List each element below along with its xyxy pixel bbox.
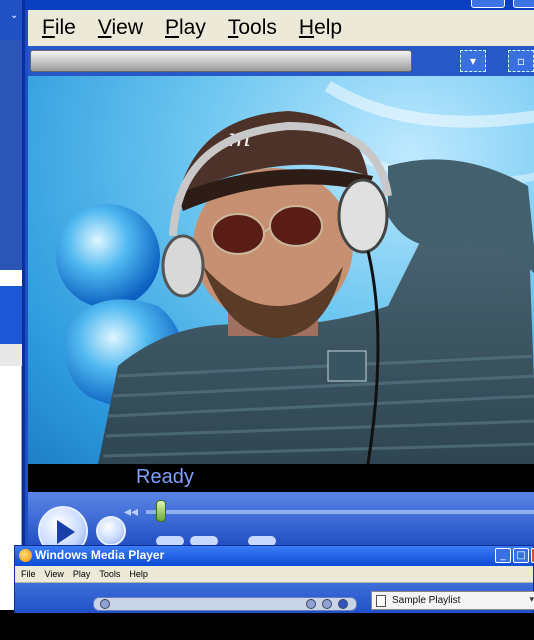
menu-bar: File View Play Tools Help	[15, 566, 533, 583]
background-panel-2	[0, 286, 22, 344]
toolbar: ▾ ▫	[28, 46, 534, 76]
screen-bottom-edge	[0, 613, 534, 640]
background-panel	[0, 40, 22, 270]
window-titlebar: Windows Media Player _ □ ×	[15, 546, 534, 566]
menu-file[interactable]: File	[21, 569, 36, 579]
menu-help[interactable]: Help	[293, 16, 348, 40]
menu-play[interactable]: Play	[159, 16, 212, 40]
full-mode-icon[interactable]: ▫	[508, 50, 534, 72]
rewind-icon[interactable]: ◂◂	[124, 504, 138, 520]
navigation-field[interactable]	[93, 597, 357, 611]
menu-help[interactable]: Help	[129, 569, 148, 579]
chevron-down-icon[interactable]: ▾	[529, 595, 534, 605]
status-bar: Ready	[28, 464, 534, 492]
playlist-icon[interactable]	[338, 599, 348, 609]
menu-tools[interactable]: Tools	[222, 16, 283, 40]
chevron-down-icon: ⌄	[10, 10, 19, 21]
play-icon	[57, 520, 75, 544]
nav-dot-icon[interactable]	[322, 599, 332, 609]
playlist-label: Sample Playlist	[392, 595, 461, 606]
menu-view[interactable]: View	[45, 569, 64, 579]
navigation-bar: Sample Playlist ▾	[15, 583, 534, 614]
maximize-button[interactable]: □	[513, 548, 529, 563]
back-icon[interactable]	[100, 599, 110, 609]
nav-dot-icon[interactable]	[306, 599, 316, 609]
seek-bar[interactable]	[146, 510, 534, 514]
media-player-window: File View Play Tools Help ▾ ▫ m Ready ◂◂	[22, 0, 534, 556]
menu-view[interactable]: View	[92, 16, 149, 40]
maximize-button[interactable]	[513, 0, 534, 8]
media-player-icon	[19, 549, 32, 562]
video-frame: m	[56, 80, 534, 464]
window-title: Windows Media Player	[35, 548, 165, 562]
menu-play[interactable]: Play	[73, 569, 91, 579]
secondary-player-window: Windows Media Player _ □ × File View Pla…	[14, 545, 534, 614]
status-text: Ready	[136, 466, 194, 488]
address-well	[30, 50, 412, 72]
stop-button[interactable]	[96, 516, 126, 546]
compact-mode-icon[interactable]: ▾	[460, 50, 486, 72]
menu-tools[interactable]: Tools	[99, 569, 120, 579]
background-divider	[0, 270, 22, 286]
minimize-button[interactable]: _	[495, 548, 511, 563]
window-titlebar	[25, 0, 534, 10]
playback-controls: ◂◂	[28, 492, 534, 556]
video-area[interactable]: m	[28, 76, 534, 464]
playlist-doc-icon	[376, 595, 386, 607]
menu-bar: File View Play Tools Help	[28, 10, 534, 46]
minimize-button[interactable]	[471, 0, 505, 8]
messenger-logo	[56, 204, 160, 308]
seek-thumb[interactable]	[156, 500, 166, 522]
background-divider-2	[0, 344, 22, 366]
playlist-select[interactable]: Sample Playlist ▾	[371, 591, 534, 610]
menu-file[interactable]: File	[36, 16, 82, 40]
